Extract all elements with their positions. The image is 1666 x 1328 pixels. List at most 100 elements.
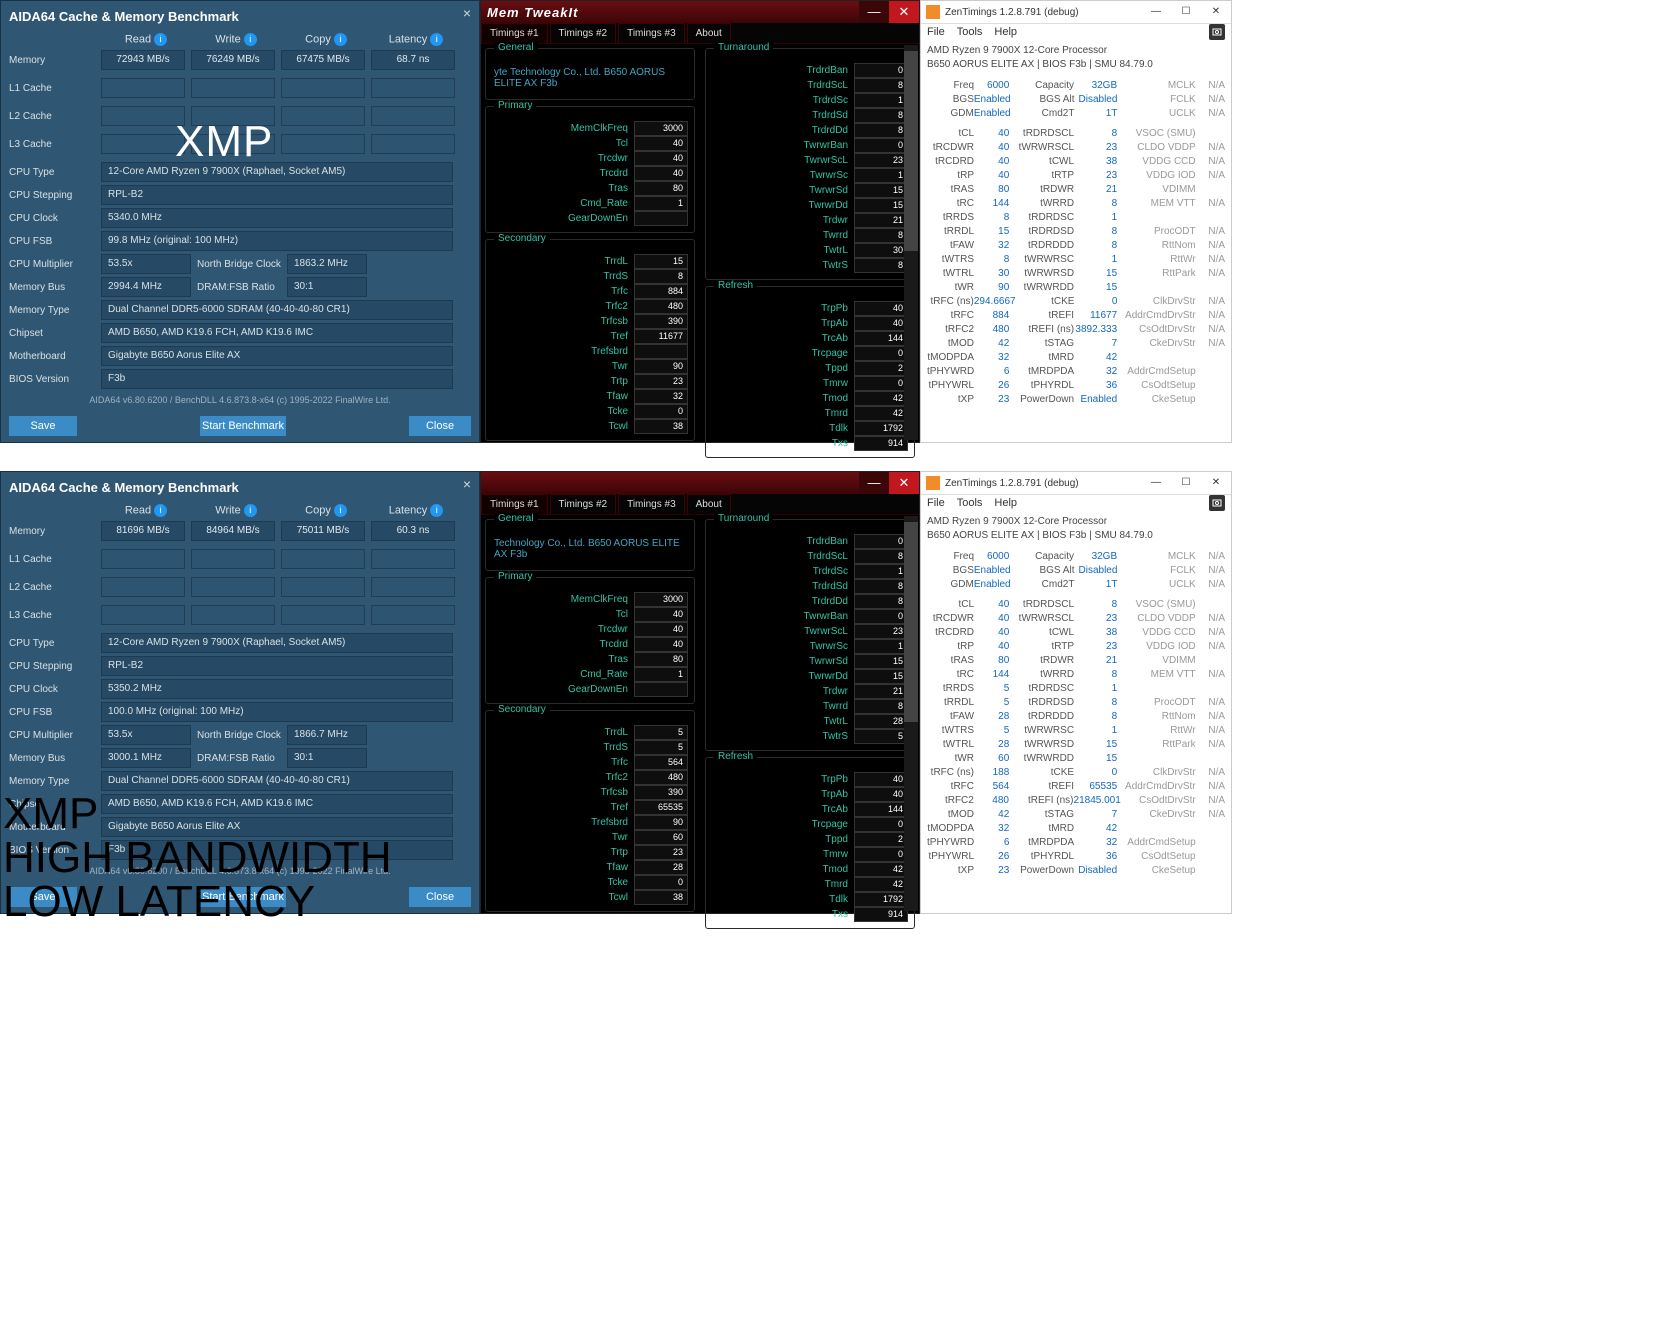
- tab-timings3[interactable]: Timings #3: [618, 494, 685, 514]
- timing-value[interactable]: 40: [634, 136, 688, 151]
- timing-value[interactable]: 8: [854, 228, 908, 243]
- timing-value[interactable]: 1: [634, 196, 688, 211]
- timing-value[interactable]: 23: [634, 845, 688, 860]
- timing-value[interactable]: 40: [634, 607, 688, 622]
- timing-value[interactable]: 15: [854, 669, 908, 684]
- timing-value[interactable]: 5: [634, 725, 688, 740]
- timing-value[interactable]: 30: [854, 243, 908, 258]
- maximize-icon[interactable]: ☐: [1171, 1, 1201, 23]
- tab-timings3[interactable]: Timings #3: [618, 23, 685, 43]
- timing-value[interactable]: 0: [854, 534, 908, 549]
- timing-value[interactable]: 144: [854, 802, 908, 817]
- close-icon[interactable]: ✕: [1201, 1, 1231, 23]
- timing-value[interactable]: 65535: [634, 800, 688, 815]
- tab-timings2[interactable]: Timings #2: [550, 23, 617, 43]
- timing-value[interactable]: 80: [634, 181, 688, 196]
- timing-value[interactable]: 28: [854, 714, 908, 729]
- timing-value[interactable]: 8: [854, 123, 908, 138]
- timing-value[interactable]: 42: [854, 877, 908, 892]
- close-icon[interactable]: ✕: [889, 1, 919, 23]
- timing-value[interactable]: 0: [854, 817, 908, 832]
- timing-value[interactable]: 42: [854, 862, 908, 877]
- timing-value[interactable]: 15: [854, 183, 908, 198]
- timing-value[interactable]: 1792: [854, 421, 908, 436]
- screenshot-icon[interactable]: [1209, 495, 1225, 511]
- timing-value[interactable]: 0: [854, 138, 908, 153]
- timing-value[interactable]: 914: [854, 907, 908, 922]
- save-button[interactable]: Save: [9, 416, 77, 436]
- timing-value[interactable]: 2: [854, 832, 908, 847]
- timing-value[interactable]: 8: [854, 549, 908, 564]
- timing-value[interactable]: 5: [634, 740, 688, 755]
- close-button[interactable]: Close: [409, 416, 471, 436]
- menu-help[interactable]: Help: [994, 26, 1017, 38]
- timing-value[interactable]: 15: [854, 654, 908, 669]
- timing-value[interactable]: [634, 344, 688, 359]
- timing-value[interactable]: 0: [854, 346, 908, 361]
- timing-value[interactable]: 564: [634, 755, 688, 770]
- timing-value[interactable]: 1: [854, 564, 908, 579]
- timing-value[interactable]: 21: [854, 684, 908, 699]
- timing-value[interactable]: 1: [634, 667, 688, 682]
- info-icon[interactable]: i: [244, 504, 257, 517]
- timing-value[interactable]: 0: [854, 847, 908, 862]
- tab-timings1[interactable]: Timings #1: [481, 23, 548, 43]
- timing-value[interactable]: 5: [854, 729, 908, 744]
- timing-value[interactable]: 15: [634, 254, 688, 269]
- timing-value[interactable]: 40: [854, 772, 908, 787]
- scrollbar-thumb[interactable]: [904, 51, 918, 251]
- menu-help[interactable]: Help: [994, 497, 1017, 509]
- info-icon[interactable]: i: [334, 33, 347, 46]
- timing-value[interactable]: 0: [854, 609, 908, 624]
- timing-value[interactable]: 40: [634, 166, 688, 181]
- close-icon[interactable]: ×: [463, 5, 471, 21]
- timing-value[interactable]: 32: [634, 389, 688, 404]
- minimize-icon[interactable]: —: [1141, 1, 1171, 23]
- tab-about[interactable]: About: [687, 494, 731, 514]
- timing-value[interactable]: 40: [854, 301, 908, 316]
- close-icon[interactable]: ✕: [1201, 472, 1231, 494]
- timing-value[interactable]: 0: [634, 875, 688, 890]
- minimize-icon[interactable]: —: [1141, 472, 1171, 494]
- scrollbar-thumb[interactable]: [904, 522, 918, 722]
- start-button[interactable]: Start Benchmark: [200, 416, 286, 436]
- menu-file[interactable]: File: [927, 26, 945, 38]
- close-icon[interactable]: ×: [463, 476, 471, 492]
- timing-value[interactable]: 28: [634, 860, 688, 875]
- timing-value[interactable]: 90: [634, 359, 688, 374]
- timing-value[interactable]: 60: [634, 830, 688, 845]
- close-icon[interactable]: ✕: [889, 472, 919, 494]
- info-icon[interactable]: i: [430, 504, 443, 517]
- timing-value[interactable]: 8: [854, 258, 908, 273]
- close-button[interactable]: Close: [409, 887, 471, 907]
- screenshot-icon[interactable]: [1209, 24, 1225, 40]
- timing-value[interactable]: 3000: [634, 121, 688, 136]
- timing-value[interactable]: 884: [634, 284, 688, 299]
- timing-value[interactable]: 21: [854, 213, 908, 228]
- timing-value[interactable]: 8: [854, 579, 908, 594]
- timing-value[interactable]: 0: [854, 63, 908, 78]
- timing-value[interactable]: 390: [634, 314, 688, 329]
- timing-value[interactable]: 42: [854, 406, 908, 421]
- tab-timings2[interactable]: Timings #2: [550, 494, 617, 514]
- timing-value[interactable]: 8: [854, 699, 908, 714]
- minimize-icon[interactable]: —: [859, 1, 889, 23]
- timing-value[interactable]: 2: [854, 361, 908, 376]
- timing-value[interactable]: 11677: [634, 329, 688, 344]
- timing-value[interactable]: 38: [634, 419, 688, 434]
- timing-value[interactable]: 23: [634, 374, 688, 389]
- timing-value[interactable]: 38: [634, 890, 688, 905]
- timing-value[interactable]: 914: [854, 436, 908, 451]
- timing-value[interactable]: 90: [634, 815, 688, 830]
- timing-value[interactable]: 23: [854, 624, 908, 639]
- timing-value[interactable]: 480: [634, 770, 688, 785]
- info-icon[interactable]: i: [154, 33, 167, 46]
- timing-value[interactable]: 144: [854, 331, 908, 346]
- scrollbar[interactable]: [904, 45, 918, 440]
- tab-timings1[interactable]: Timings #1: [481, 494, 548, 514]
- timing-value[interactable]: 23: [854, 153, 908, 168]
- timing-value[interactable]: 40: [634, 637, 688, 652]
- timing-value[interactable]: 40: [854, 316, 908, 331]
- timing-value[interactable]: 8: [634, 269, 688, 284]
- timing-value[interactable]: 8: [854, 108, 908, 123]
